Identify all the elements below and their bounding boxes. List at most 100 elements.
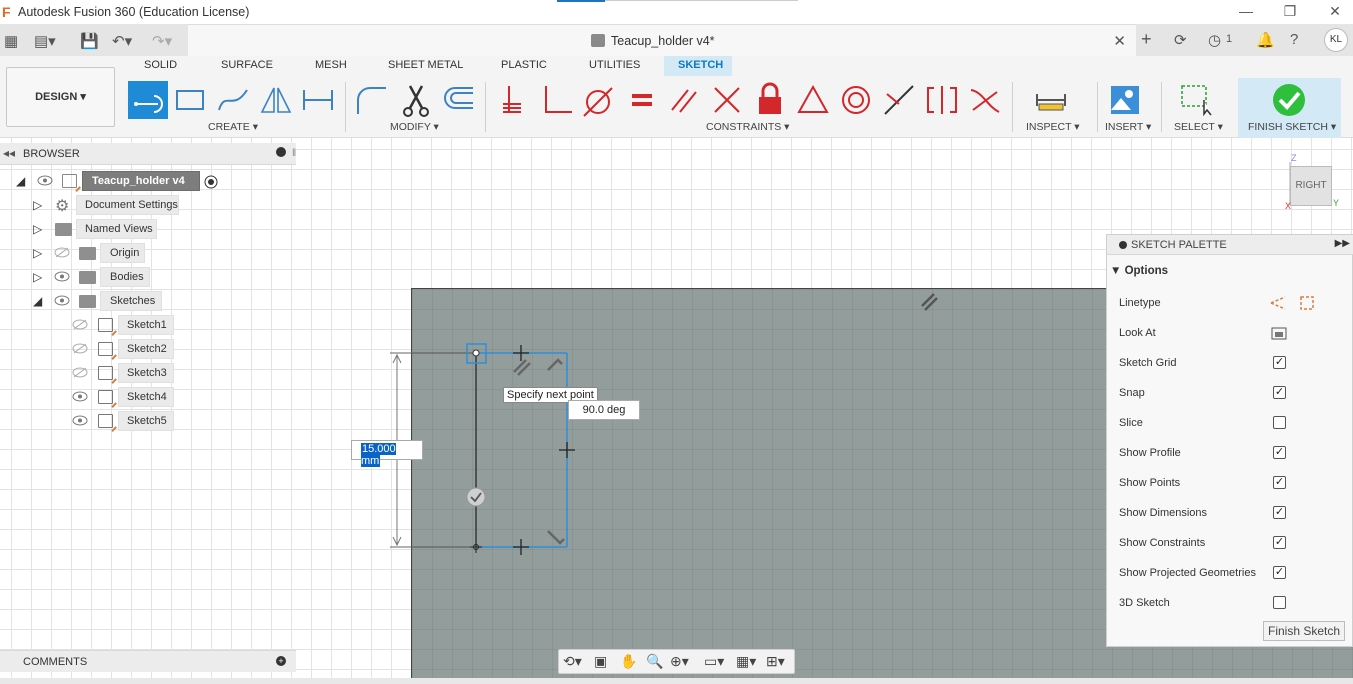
equal-constraint-icon[interactable] bbox=[622, 81, 662, 119]
help-icon[interactable]: ? bbox=[1290, 31, 1298, 48]
display-settings-icon[interactable]: ▭▾ bbox=[704, 653, 724, 670]
perpendicular-cross-icon[interactable] bbox=[707, 81, 747, 119]
palette-minimize-icon[interactable] bbox=[1119, 241, 1127, 249]
fit-window-icon[interactable]: ⊕▾ bbox=[670, 653, 689, 670]
concentric-constraint-icon[interactable] bbox=[836, 81, 876, 119]
modify-group-label[interactable]: MODIFY ▾ bbox=[390, 121, 439, 133]
parallel-constraint-icon[interactable] bbox=[664, 81, 704, 119]
user-avatar[interactable]: KL bbox=[1324, 28, 1348, 52]
coincident-constraint-icon[interactable] bbox=[493, 81, 533, 119]
collinear-constraint-icon[interactable] bbox=[879, 81, 919, 119]
collapse-browser-icon[interactable]: ◂◂ bbox=[3, 146, 15, 160]
tree-item-sketch1[interactable]: Sketch1 bbox=[0, 315, 200, 337]
comments-panel[interactable]: COMMENTS + bbox=[0, 650, 296, 672]
show-points-checkbox[interactable]: ✓ bbox=[1273, 476, 1286, 489]
document-tab[interactable]: Teacup_holder v4* ✕ bbox=[188, 24, 1136, 56]
extensions-icon[interactable]: ⟳ bbox=[1174, 31, 1187, 49]
show-constraints-checkbox[interactable]: ✓ bbox=[1273, 536, 1286, 549]
expand-triangle-icon[interactable]: ▷ bbox=[33, 198, 42, 212]
file-menu-icon[interactable]: ▤▾ bbox=[34, 32, 56, 50]
close-document-button[interactable]: ✕ bbox=[1113, 32, 1126, 50]
visibility-eye-icon[interactable] bbox=[37, 175, 53, 186]
tab-plastic[interactable]: PLASTIC bbox=[501, 59, 547, 71]
show-profile-checkbox[interactable]: ✓ bbox=[1273, 446, 1286, 459]
minimize-button[interactable]: — bbox=[1236, 3, 1256, 21]
pan-hand-icon[interactable]: ✋ bbox=[620, 653, 637, 670]
browser-minimize-icon[interactable] bbox=[276, 147, 286, 157]
sketch-grid-checkbox[interactable]: ✓ bbox=[1273, 356, 1286, 369]
select-window-icon[interactable] bbox=[1176, 81, 1216, 119]
visibility-eye-icon[interactable] bbox=[54, 271, 70, 282]
show-projected-geometries-checkbox[interactable]: ✓ bbox=[1273, 566, 1286, 579]
options-section-header[interactable]: ▼ Options bbox=[1110, 265, 1168, 277]
perpendicular-constraint-icon[interactable] bbox=[536, 81, 576, 119]
line-tool-icon[interactable] bbox=[128, 81, 168, 119]
dimension-tool-icon[interactable] bbox=[298, 81, 338, 119]
centerline-icon[interactable] bbox=[1299, 295, 1315, 311]
visibility-eye-icon[interactable] bbox=[54, 295, 70, 306]
dimension-length-input[interactable]: 15.000 mm bbox=[351, 440, 423, 467]
orbit-icon[interactable]: ⟲▾ bbox=[563, 653, 582, 670]
insert-image-icon[interactable] bbox=[1105, 81, 1145, 119]
save-icon[interactable]: 💾 bbox=[80, 32, 99, 50]
snap-checkbox[interactable]: ✓ bbox=[1273, 386, 1286, 399]
expand-triangle-icon[interactable]: ▷ bbox=[33, 246, 42, 260]
look-at-nav-icon[interactable]: ▣ bbox=[594, 653, 607, 670]
tree-item-sketch2[interactable]: Sketch2 bbox=[0, 339, 200, 361]
viewports-icon[interactable]: ⊞▾ bbox=[766, 653, 785, 670]
fix-lock-icon[interactable] bbox=[750, 81, 790, 119]
midpoint-triangle-icon[interactable] bbox=[793, 81, 833, 119]
collapse-triangle-icon[interactable]: ◢ bbox=[33, 294, 42, 308]
construction-line-icon[interactable] bbox=[1269, 295, 1287, 311]
inspect-group-label[interactable]: INSPECT ▾ bbox=[1026, 121, 1080, 133]
hidden-eye-icon[interactable] bbox=[72, 367, 88, 378]
close-window-button[interactable]: ✕ bbox=[1325, 3, 1345, 21]
tree-item-bodies[interactable]: ▷ Bodies bbox=[0, 267, 200, 289]
expand-triangle-icon[interactable]: ▷ bbox=[33, 270, 42, 284]
look-at-icon[interactable] bbox=[1271, 325, 1287, 341]
tab-utilities[interactable]: UTILITIES bbox=[589, 59, 640, 71]
visibility-eye-icon[interactable] bbox=[72, 391, 88, 402]
hidden-eye-icon[interactable] bbox=[54, 247, 70, 258]
panel-grip-icon[interactable]: ‖ bbox=[292, 148, 296, 159]
insert-group-label[interactable]: INSERT ▾ bbox=[1105, 121, 1151, 133]
maximize-button[interactable]: ❐ bbox=[1280, 3, 1300, 21]
trim-scissors-icon[interactable] bbox=[396, 81, 436, 119]
constraints-group-label[interactable]: CONSTRAINTS ▾ bbox=[706, 121, 789, 133]
offset-tool-icon[interactable] bbox=[439, 81, 479, 119]
tree-item-named-views[interactable]: ▷ Named Views bbox=[0, 219, 200, 241]
curvature-constraint-icon[interactable] bbox=[965, 81, 1005, 119]
hidden-eye-icon[interactable] bbox=[72, 343, 88, 354]
expand-triangle-icon[interactable]: ▷ bbox=[33, 222, 42, 236]
redo-icon[interactable]: ↷▾ bbox=[152, 32, 172, 50]
tangent-constraint-icon[interactable] bbox=[578, 81, 618, 119]
tree-item-document-settings[interactable]: ▷ ⚙ Document Settings bbox=[0, 195, 200, 217]
collapse-triangle-icon[interactable]: ◢ bbox=[16, 174, 25, 188]
data-panel-grid-icon[interactable]: ▦ bbox=[4, 32, 18, 50]
grid-settings-icon[interactable]: ▦▾ bbox=[736, 653, 756, 670]
finish-sketch-group-label[interactable]: FINISH SKETCH ▾ bbox=[1248, 121, 1336, 133]
tree-item-sketch3[interactable]: Sketch3 bbox=[0, 363, 200, 385]
palette-header[interactable]: SKETCH PALETTE ▶▶ bbox=[1107, 235, 1353, 255]
workspace-switcher-button[interactable]: DESIGN ▾ bbox=[6, 67, 115, 127]
tree-item-sketch5[interactable]: Sketch5 bbox=[0, 411, 200, 433]
notifications-bell-icon[interactable]: 🔔 bbox=[1256, 31, 1275, 49]
add-comment-icon[interactable]: + bbox=[276, 656, 286, 666]
slice-checkbox[interactable] bbox=[1273, 416, 1286, 429]
create-group-label[interactable]: CREATE ▾ bbox=[208, 121, 258, 133]
job-status-icon[interactable]: ◷ bbox=[1208, 31, 1221, 49]
zoom-icon[interactable]: 🔍 bbox=[646, 653, 663, 670]
mirror-tool-icon[interactable] bbox=[256, 81, 296, 119]
3d-sketch-checkbox[interactable] bbox=[1273, 596, 1286, 609]
browser-header[interactable]: ◂◂ BROWSER bbox=[0, 143, 296, 165]
tab-sketch[interactable]: SKETCH bbox=[678, 59, 723, 71]
hidden-eye-icon[interactable] bbox=[72, 319, 88, 330]
finish-sketch-check-icon[interactable] bbox=[1269, 81, 1309, 119]
angle-input[interactable]: 90.0 deg bbox=[568, 400, 640, 420]
tab-solid[interactable]: SOLID bbox=[144, 59, 177, 71]
fillet-tool-icon[interactable] bbox=[352, 81, 392, 119]
tree-item-sketch4[interactable]: Sketch4 bbox=[0, 387, 200, 409]
visibility-eye-icon[interactable] bbox=[72, 415, 88, 426]
show-dimensions-checkbox[interactable]: ✓ bbox=[1273, 506, 1286, 519]
tab-mesh[interactable]: MESH bbox=[315, 59, 347, 71]
